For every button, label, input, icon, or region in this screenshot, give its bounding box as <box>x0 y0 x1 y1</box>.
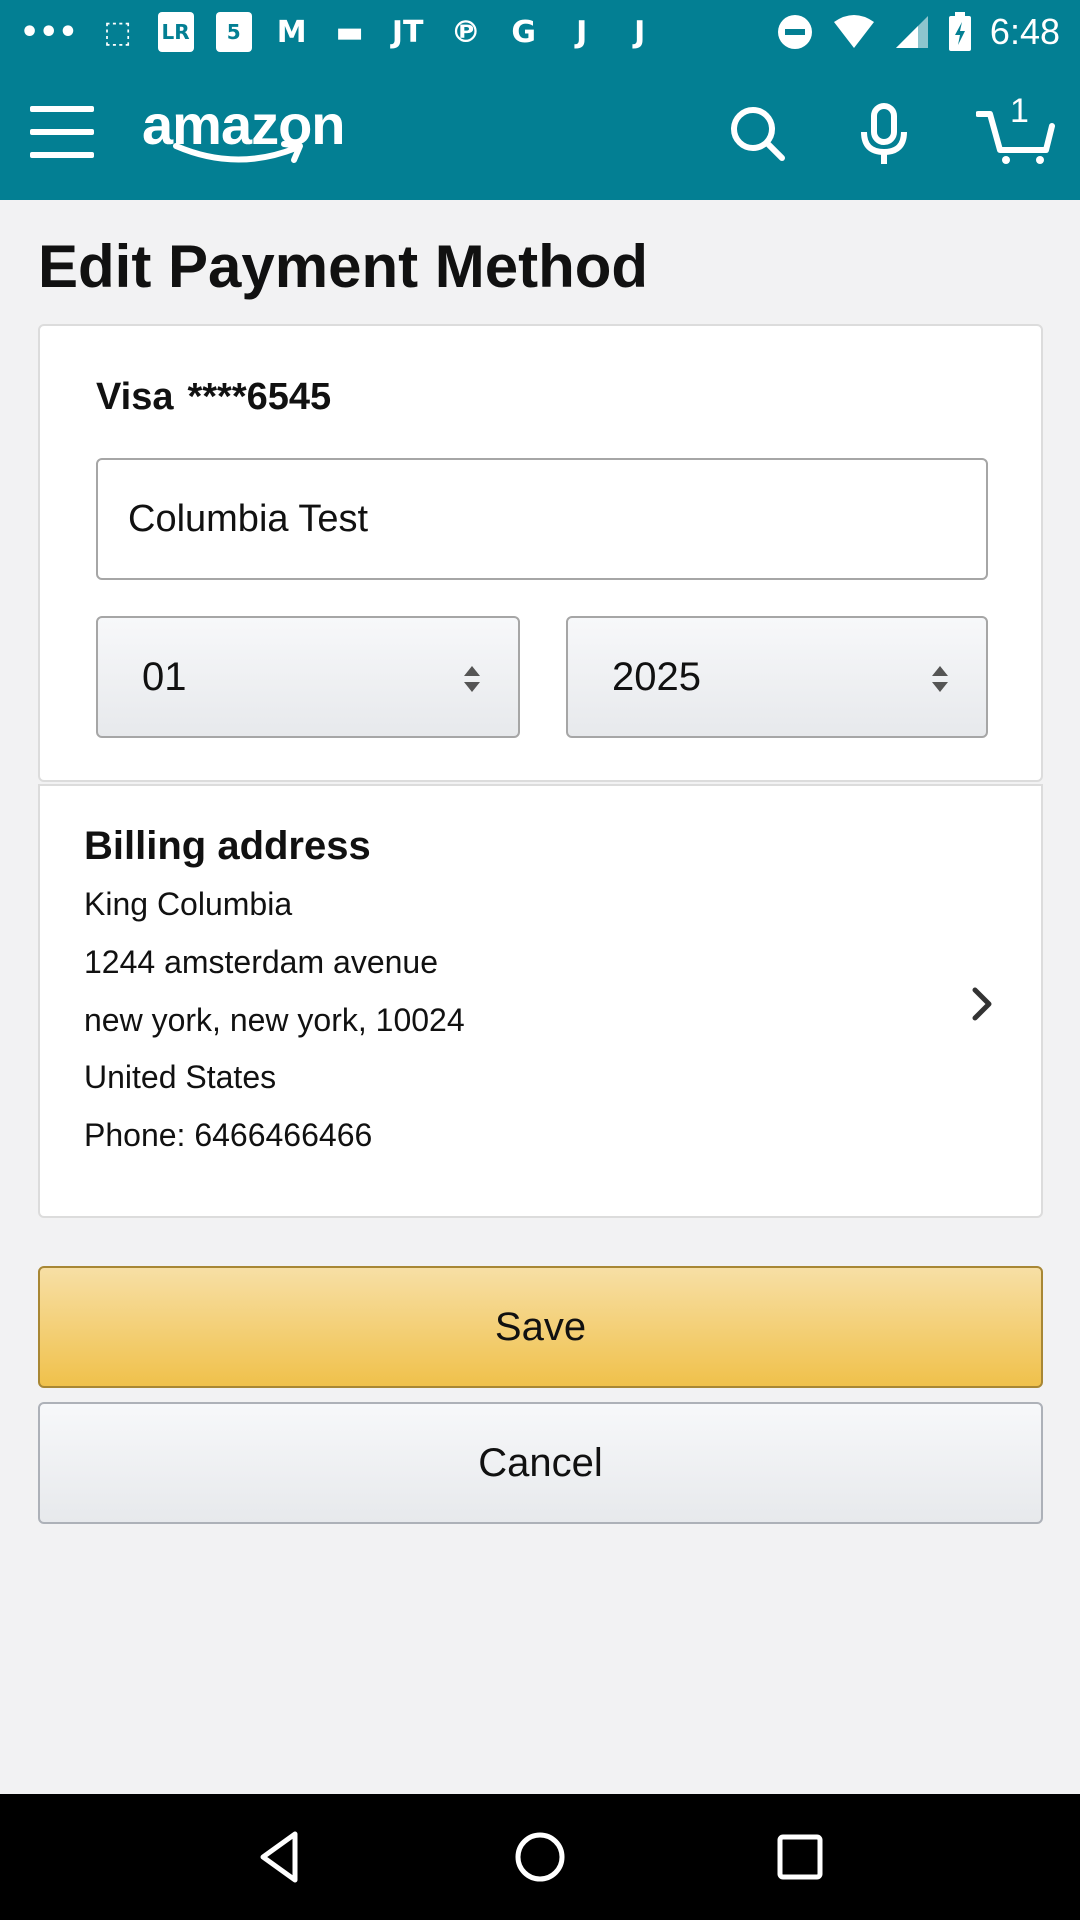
name-on-card-input[interactable] <box>96 458 988 580</box>
google-icon: G <box>511 14 536 50</box>
card-label: Visa ****6545 <box>96 376 331 419</box>
chevron-right-icon <box>972 987 992 1021</box>
billing-street: 1244 amsterdam avenue <box>84 944 438 980</box>
card-number: ****6545 <box>187 376 332 418</box>
billing-address-card[interactable]: Billing address King Columbia 1244 amste… <box>38 784 1043 1218</box>
expiry-year-select[interactable]: 2025 <box>566 616 988 738</box>
clock: 6:48 <box>989 11 1060 52</box>
j-icon: J <box>576 14 588 50</box>
wifi-icon <box>833 15 874 48</box>
page-title: Edit Payment Method <box>38 233 649 300</box>
expiry-year-value: 2025 <box>612 654 701 699</box>
card-brand: Visa <box>96 376 174 418</box>
store-icon: ⬚ <box>103 14 132 50</box>
search-icon[interactable] <box>726 102 790 166</box>
billing-country: United States <box>84 1059 277 1095</box>
save-button[interactable]: Save <box>38 1266 1043 1388</box>
gmail-icon: M <box>276 14 307 50</box>
home-icon[interactable] <box>505 1822 575 1892</box>
billing-address-title: Billing address <box>84 824 371 868</box>
cancel-button[interactable]: Cancel <box>38 1402 1043 1524</box>
battery-icon <box>948 12 971 51</box>
microphone-icon[interactable] <box>852 102 916 166</box>
j-icon-2: J <box>634 14 646 50</box>
amazon-logo[interactable]: amazon <box>142 92 372 176</box>
signal-icon <box>895 16 928 48</box>
recents-icon[interactable] <box>765 1822 835 1892</box>
logo-smile <box>173 141 303 163</box>
updown-arrows-icon <box>932 666 948 692</box>
top-app-bar: amazon 1 <box>0 64 1080 200</box>
lr-icon: LR <box>157 12 194 52</box>
five-icon: 5 <box>215 12 252 52</box>
billing-phone: Phone: 6466466466 <box>84 1117 373 1153</box>
jt-icon: JT <box>391 14 424 50</box>
tag-icon: ▬ <box>335 14 364 50</box>
back-icon[interactable] <box>245 1822 315 1892</box>
payment-method-card: Visa ****6545 01 2025 <box>38 324 1043 782</box>
billing-city-state-zip: new york, new york, 10024 <box>84 1002 465 1038</box>
system-nav-bar <box>0 1794 1080 1920</box>
expiry-month-value: 01 <box>142 654 187 699</box>
expiry-month-select[interactable]: 01 <box>96 616 520 738</box>
pinterest-icon: ℗ <box>450 14 481 50</box>
hamburger-menu-icon[interactable] <box>30 104 94 160</box>
do-not-disturb-icon <box>777 15 812 49</box>
messages-icon: ••• <box>20 14 78 50</box>
notification-icons: ••• ⬚ LR 5 M ▬ JT ℗ G J J <box>20 12 776 52</box>
billing-name: King Columbia <box>84 886 293 922</box>
cart-count-badge: 1 <box>1010 92 1029 130</box>
status-bar: ••• ⬚ LR 5 M ▬ JT ℗ G J J 6:48 <box>0 0 1080 64</box>
status-right: 6:48 <box>776 11 1060 53</box>
updown-arrows-icon <box>464 666 480 692</box>
